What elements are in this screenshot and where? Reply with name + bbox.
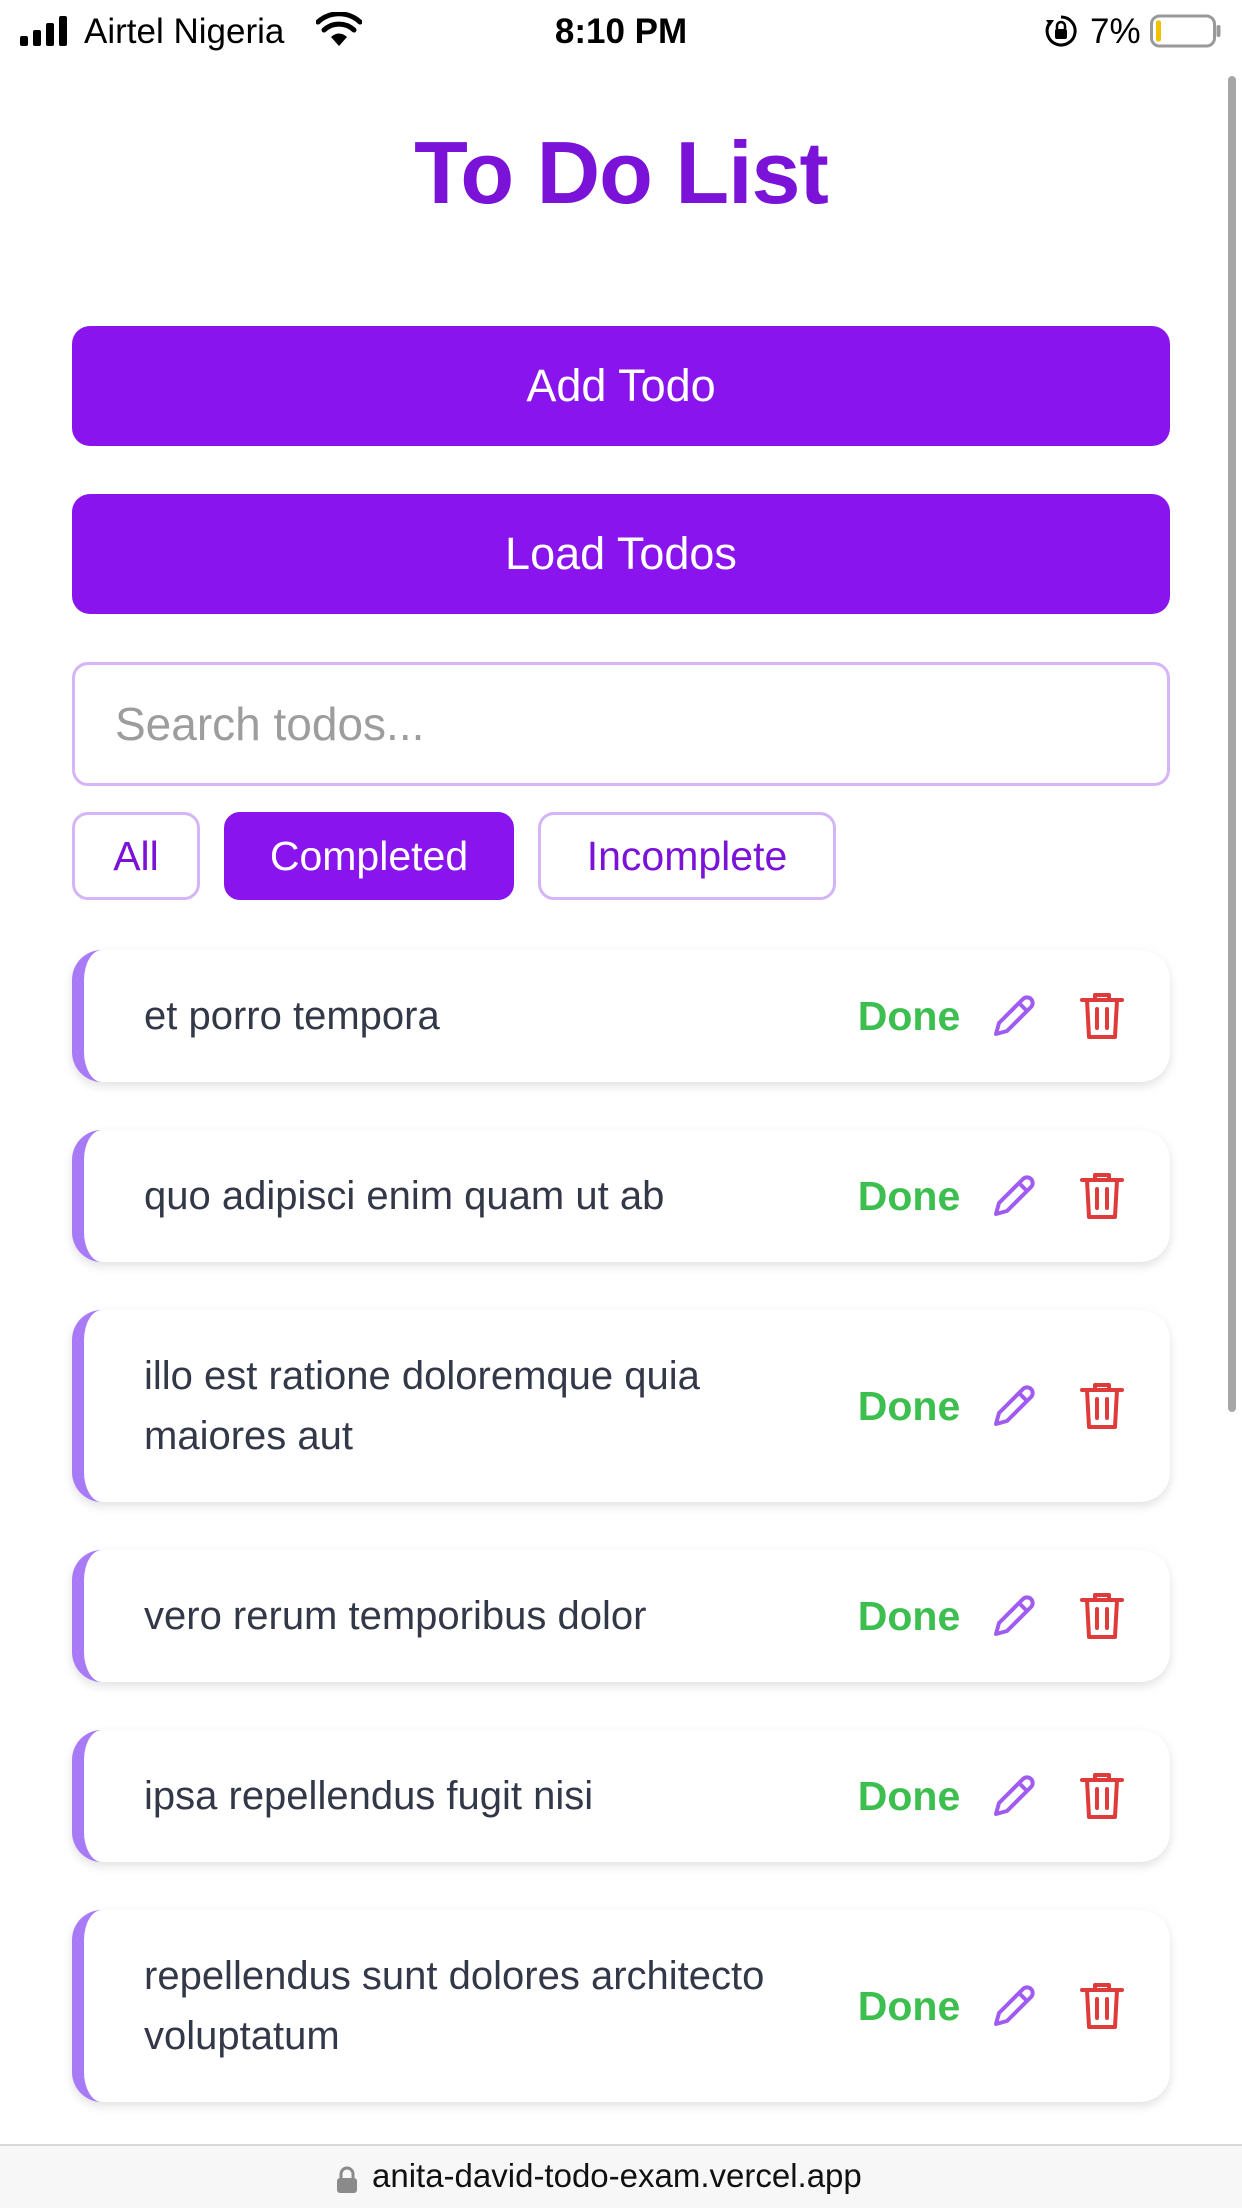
orientation-lock-icon — [1045, 15, 1077, 47]
todo-title: vero rerum temporibus dolor — [144, 1594, 647, 1638]
trash-icon[interactable] — [1078, 1170, 1126, 1222]
todo-status-done[interactable]: Done — [849, 1586, 969, 1646]
search-placeholder: Search todos... — [115, 698, 425, 750]
todo-status-done[interactable]: Done — [849, 1376, 969, 1436]
trash-icon[interactable] — [1078, 990, 1126, 1042]
todo-item: et porro tempora Done — [72, 950, 1170, 1082]
battery-icon — [1150, 14, 1221, 48]
pencil-icon[interactable] — [988, 1380, 1040, 1432]
page-title: To Do List — [414, 123, 829, 222]
todo-item: ipsa repellendus fugit nisi Done — [72, 1730, 1170, 1862]
filter-incomplete-button[interactable]: Incomplete — [538, 812, 836, 900]
trash-icon[interactable] — [1078, 1980, 1126, 2032]
lock-icon — [337, 2166, 357, 2193]
search-input[interactable]: Search todos... — [72, 662, 1170, 786]
todo-title: repellendus sunt dolores architecto volu… — [144, 1954, 765, 2058]
pencil-icon[interactable] — [988, 1170, 1040, 1222]
scrollbar[interactable] — [1228, 76, 1236, 1412]
todo-item: quo adipisci enim quam ut ab Done — [72, 1130, 1170, 1262]
filter-all-button[interactable]: All — [72, 812, 200, 900]
todo-status-done[interactable]: Done — [849, 986, 969, 1046]
load-todos-button[interactable]: Load Todos — [72, 494, 1170, 614]
browser-url-bar[interactable]: anita-david-todo-exam.vercel.app — [0, 2144, 1242, 2208]
pencil-icon[interactable] — [988, 1980, 1040, 2032]
trash-icon[interactable] — [1078, 1590, 1126, 1642]
todo-status-done[interactable]: Done — [849, 1976, 969, 2036]
filter-completed-button[interactable]: Completed — [224, 812, 514, 900]
add-todo-button[interactable]: Add Todo — [72, 326, 1170, 446]
todo-title: quo adipisci enim quam ut ab — [144, 1174, 665, 1218]
battery-percentage: 7% — [1090, 12, 1141, 51]
trash-icon[interactable] — [1078, 1380, 1126, 1432]
todo-title: illo est ratione doloremque quia maiores… — [144, 1354, 700, 1458]
pencil-icon[interactable] — [988, 990, 1040, 1042]
todo-status-done[interactable]: Done — [849, 1166, 969, 1226]
todo-page: Airtel Nigeria 8:10 PM 7% To Do List Add… — [0, 0, 1242, 2208]
trash-icon[interactable] — [1078, 1770, 1126, 1822]
url-text: anita-david-todo-exam.vercel.app — [372, 2157, 862, 2194]
todo-item: vero rerum temporibus dolor Done — [72, 1550, 1170, 1682]
pencil-icon[interactable] — [988, 1590, 1040, 1642]
todo-item: repellendus sunt dolores architecto volu… — [72, 1910, 1170, 2102]
pencil-icon[interactable] — [988, 1770, 1040, 1822]
todo-title: et porro tempora — [144, 994, 440, 1038]
status-bar: Airtel Nigeria 8:10 PM 7% — [0, 0, 1242, 64]
todo-title: ipsa repellendus fugit nisi — [144, 1774, 594, 1818]
todo-status-done[interactable]: Done — [849, 1766, 969, 1826]
todo-item: illo est ratione doloremque quia maiores… — [72, 1310, 1170, 1502]
